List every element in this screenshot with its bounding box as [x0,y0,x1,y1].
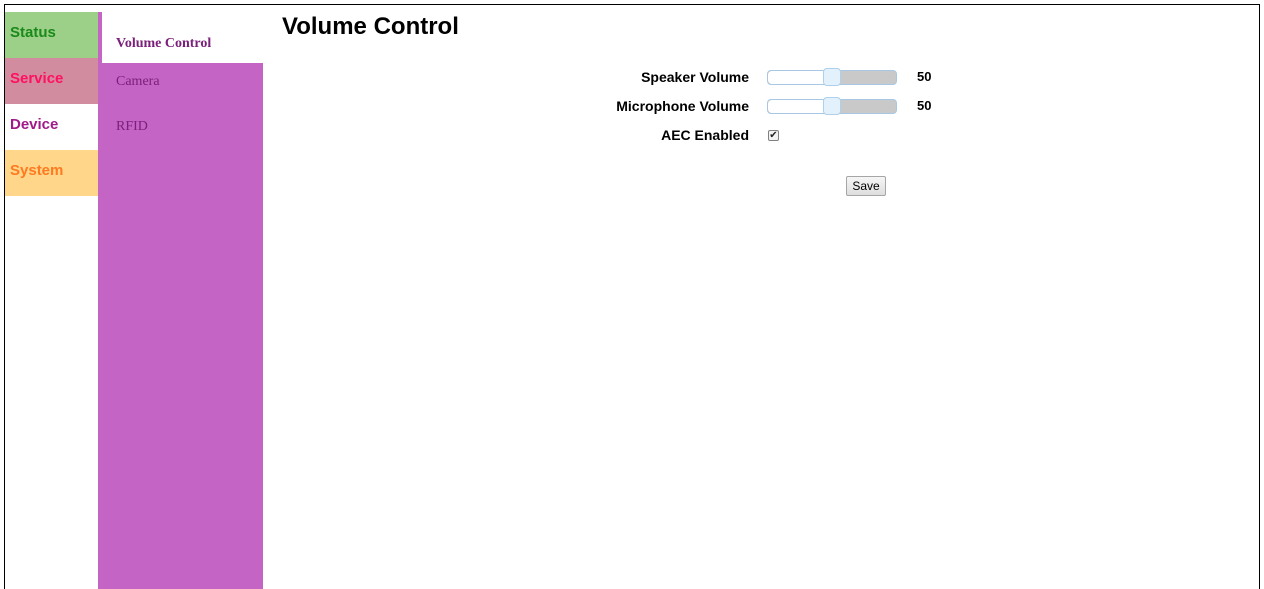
aec-enabled-checkbox[interactable]: ✔ [768,130,779,141]
speaker-volume-slider[interactable] [767,68,897,86]
sub-navigation: Volume Control Camera RFID [98,12,263,589]
aec-enabled-label: AEC Enabled [661,127,749,143]
tab-device[interactable]: Device [5,104,98,150]
subnav-item-camera[interactable]: Camera [98,63,263,108]
microphone-volume-label: Microphone Volume [616,98,749,114]
microphone-volume-row: Microphone Volume [263,95,749,117]
tab-status[interactable]: Status [5,12,98,58]
aec-enabled-row: AEC Enabled [263,124,749,146]
speaker-volume-row: Speaker Volume [263,66,749,88]
speaker-volume-thumb[interactable] [823,68,841,86]
microphone-volume-slider[interactable] [767,97,897,115]
main-tabs: Status Service Device System [5,12,98,196]
microphone-volume-thumb[interactable] [823,97,841,115]
content-area: Volume Control Speaker Volume 50 Microph… [263,12,1259,589]
save-button[interactable]: Save [846,176,886,196]
tab-service[interactable]: Service [5,58,98,104]
microphone-volume-value: 50 [917,98,932,113]
speaker-volume-label: Speaker Volume [641,69,749,85]
subnav-item-volume-control[interactable]: Volume Control [102,12,263,63]
page-title: Volume Control [282,13,459,40]
tab-system[interactable]: System [5,150,98,196]
subnav-item-rfid[interactable]: RFID [98,108,263,153]
speaker-volume-value: 50 [917,69,932,84]
